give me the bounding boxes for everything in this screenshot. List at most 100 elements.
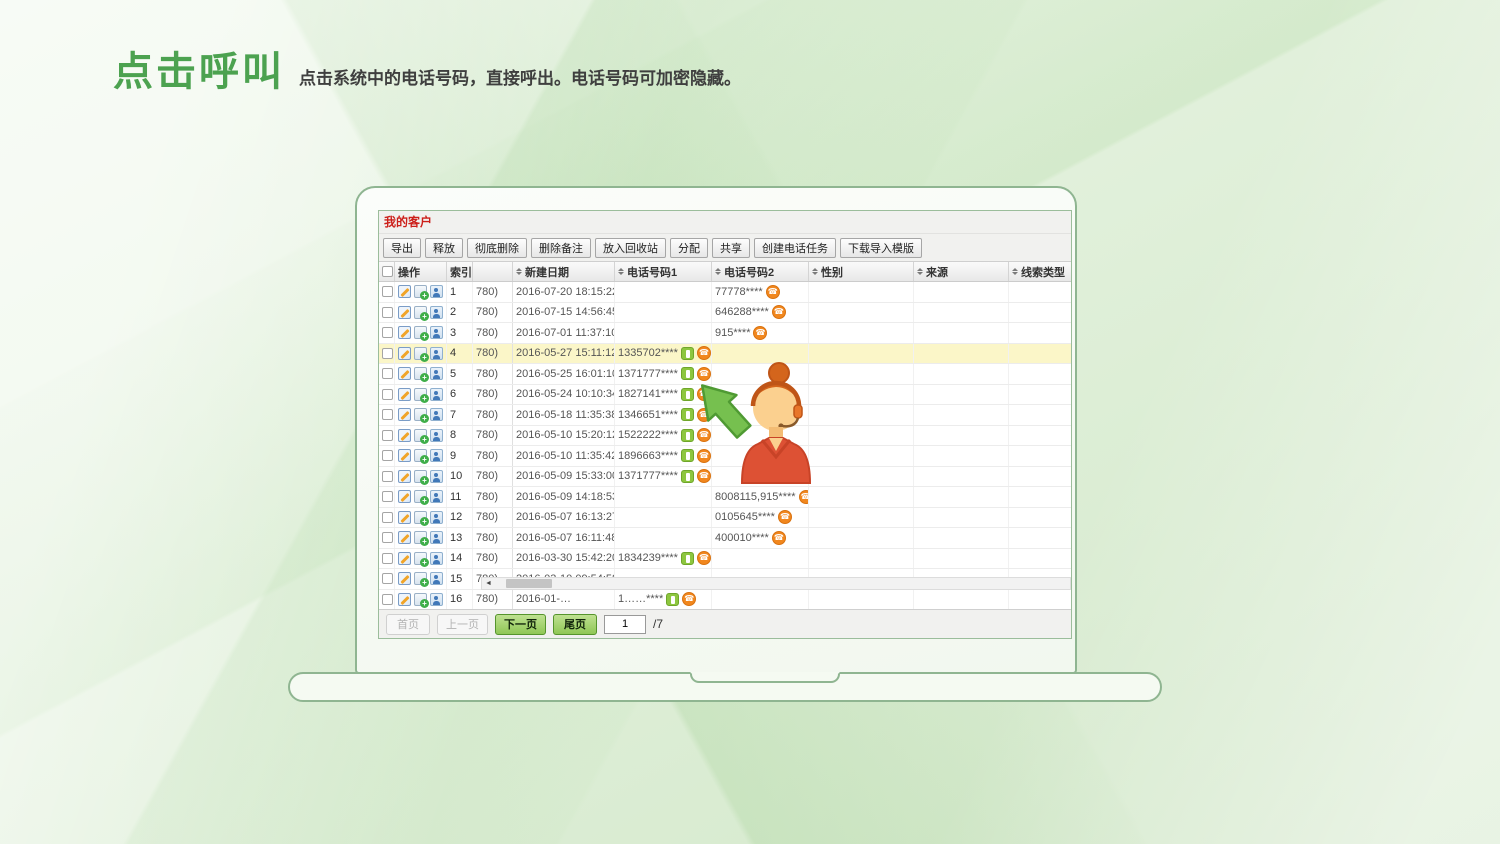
landline-call-icon[interactable]	[772, 305, 786, 319]
add-note-icon[interactable]	[414, 347, 427, 360]
column-header-5[interactable]: 电话号码1	[615, 262, 712, 281]
phone1-number[interactable]: 1346651****	[618, 409, 678, 421]
next-page-button[interactable]: 下一页	[495, 614, 546, 635]
scrollbar-thumb[interactable]	[506, 579, 552, 588]
phone1-number[interactable]: 1522222****	[618, 429, 678, 441]
edit-icon[interactable]	[398, 531, 411, 544]
phone1-number[interactable]: 1827141****	[618, 388, 678, 400]
toolbar-button-8[interactable]: 创建电话任务	[754, 238, 836, 258]
row-checkbox[interactable]	[382, 491, 393, 502]
add-note-icon[interactable]	[414, 511, 427, 524]
first-page-button[interactable]: 首页	[386, 614, 430, 635]
add-note-icon[interactable]	[414, 285, 427, 298]
mobile-call-icon[interactable]	[666, 593, 679, 606]
add-note-icon[interactable]	[414, 490, 427, 503]
table-row[interactable]: 1780)2016-07-20 18:15:2277778****	[379, 282, 1071, 303]
add-note-icon[interactable]	[414, 572, 427, 585]
horizontal-scrollbar[interactable]: ◄	[481, 577, 1071, 590]
prev-page-button[interactable]: 上一页	[437, 614, 488, 635]
column-header-9[interactable]: 线索类型	[1009, 262, 1071, 281]
contact-card-icon[interactable]	[430, 572, 443, 585]
contact-card-icon[interactable]	[430, 306, 443, 319]
add-note-icon[interactable]	[414, 593, 427, 606]
table-row[interactable]: 12780)2016-05-07 16:13:270105645****	[379, 508, 1071, 529]
add-note-icon[interactable]	[414, 367, 427, 380]
toolbar-button-2[interactable]: 释放	[425, 238, 463, 258]
edit-icon[interactable]	[398, 552, 411, 565]
scroll-left-arrow-icon[interactable]: ◄	[482, 578, 495, 589]
table-row[interactable]: 14780)2016-03-30 15:42:201834239****	[379, 549, 1071, 570]
mobile-call-icon[interactable]	[681, 552, 694, 565]
add-note-icon[interactable]	[414, 388, 427, 401]
toolbar-button-4[interactable]: 删除备注	[531, 238, 591, 258]
select-all-checkbox[interactable]	[382, 266, 393, 277]
edit-icon[interactable]	[398, 572, 411, 585]
sort-icon[interactable]	[1012, 268, 1018, 275]
phone2-number[interactable]: 646288****	[715, 306, 769, 318]
phone1-number[interactable]: 1834239****	[618, 552, 678, 564]
landline-call-icon[interactable]	[753, 326, 767, 340]
edit-icon[interactable]	[398, 388, 411, 401]
row-checkbox[interactable]	[382, 409, 393, 420]
contact-card-icon[interactable]	[430, 449, 443, 462]
contact-card-icon[interactable]	[430, 490, 443, 503]
column-header-8[interactable]: 来源	[914, 262, 1009, 281]
contact-card-icon[interactable]	[430, 347, 443, 360]
row-checkbox[interactable]	[382, 553, 393, 564]
add-note-icon[interactable]	[414, 449, 427, 462]
phone1-number[interactable]: 1335702****	[618, 347, 678, 359]
add-note-icon[interactable]	[414, 470, 427, 483]
add-note-icon[interactable]	[414, 326, 427, 339]
contact-card-icon[interactable]	[430, 408, 443, 421]
edit-icon[interactable]	[398, 285, 411, 298]
phone1-number[interactable]: 1371777****	[618, 368, 678, 380]
add-note-icon[interactable]	[414, 552, 427, 565]
edit-icon[interactable]	[398, 367, 411, 380]
edit-icon[interactable]	[398, 490, 411, 503]
page-number-input[interactable]	[604, 615, 646, 634]
phone1-number[interactable]: 1371777****	[618, 470, 678, 482]
row-checkbox[interactable]	[382, 512, 393, 523]
phone2-number[interactable]: 400010****	[715, 532, 769, 544]
contact-card-icon[interactable]	[430, 429, 443, 442]
phone2-number[interactable]: 77778****	[715, 286, 763, 298]
contact-card-icon[interactable]	[430, 285, 443, 298]
edit-icon[interactable]	[398, 408, 411, 421]
contact-card-icon[interactable]	[430, 367, 443, 380]
contact-card-icon[interactable]	[430, 552, 443, 565]
contact-card-icon[interactable]	[430, 326, 443, 339]
last-page-button[interactable]: 尾页	[553, 614, 597, 635]
contact-card-icon[interactable]	[430, 531, 443, 544]
table-row[interactable]: 3780)2016-07-01 11:37:10915****	[379, 323, 1071, 344]
row-checkbox[interactable]	[382, 286, 393, 297]
table-row[interactable]: 2780)2016-07-15 14:56:45646288****	[379, 303, 1071, 324]
edit-icon[interactable]	[398, 306, 411, 319]
contact-card-icon[interactable]	[430, 470, 443, 483]
row-checkbox[interactable]	[382, 368, 393, 379]
row-checkbox[interactable]	[382, 430, 393, 441]
toolbar-button-1[interactable]: 导出	[383, 238, 421, 258]
sort-icon[interactable]	[715, 268, 721, 275]
edit-icon[interactable]	[398, 449, 411, 462]
phone1-number[interactable]: 1896663****	[618, 450, 678, 462]
row-checkbox[interactable]	[382, 389, 393, 400]
landline-call-icon[interactable]	[682, 592, 696, 606]
edit-icon[interactable]	[398, 470, 411, 483]
column-header-6[interactable]: 电话号码2	[712, 262, 809, 281]
sort-icon[interactable]	[917, 268, 923, 275]
add-note-icon[interactable]	[414, 531, 427, 544]
contact-card-icon[interactable]	[430, 388, 443, 401]
contact-card-icon[interactable]	[430, 511, 443, 524]
landline-call-icon[interactable]	[772, 531, 786, 545]
row-checkbox[interactable]	[382, 348, 393, 359]
sort-icon[interactable]	[516, 268, 522, 275]
add-note-icon[interactable]	[414, 408, 427, 421]
edit-icon[interactable]	[398, 326, 411, 339]
row-checkbox[interactable]	[382, 471, 393, 482]
toolbar-button-9[interactable]: 下载导入模版	[840, 238, 922, 258]
landline-call-icon[interactable]	[697, 551, 711, 565]
phone2-number[interactable]: 0105645****	[715, 511, 775, 523]
contact-card-icon[interactable]	[430, 593, 443, 606]
edit-icon[interactable]	[398, 429, 411, 442]
sort-icon[interactable]	[618, 268, 624, 275]
